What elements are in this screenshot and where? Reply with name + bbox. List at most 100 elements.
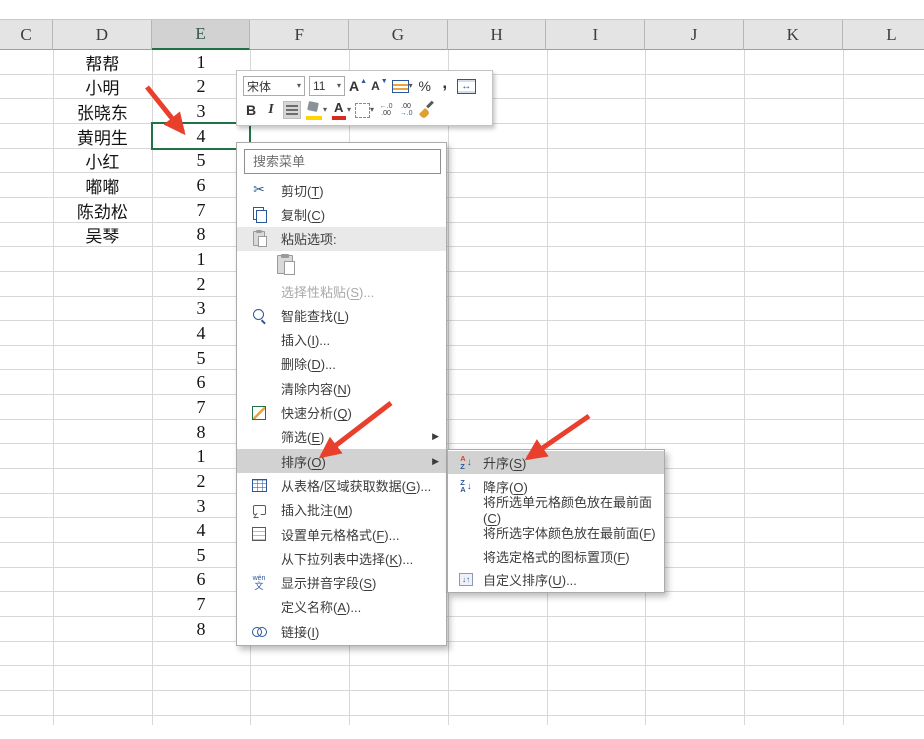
decrease-decimal-button[interactable]: .00 →.0 — [398, 100, 414, 120]
gridline — [0, 271, 924, 272]
style-gallery-button[interactable]: ▾ — [392, 76, 413, 96]
cell-style-icon — [392, 80, 409, 93]
align-center-button[interactable] — [283, 100, 301, 120]
column-header-K[interactable]: K — [744, 20, 843, 50]
menu-item-label: 设置单元格格式(F)... — [281, 525, 399, 544]
gridline — [0, 320, 924, 321]
submenu-arrow-icon: ▶ — [432, 456, 439, 467]
sort-submenu-item-5[interactable]: ↓↑自定义排序(U)... — [448, 568, 664, 591]
context-menu-item-10[interactable]: 筛选(E)▶ — [237, 425, 446, 449]
column-header-E[interactable]: E — [152, 20, 251, 50]
context-menu-item-6[interactable]: 插入(I)... — [237, 327, 446, 351]
menu-item-label: 剪切(T) — [281, 181, 324, 200]
context-menu-item-11[interactable]: 排序(O)▶ — [237, 449, 446, 473]
context-menu-item-5[interactable]: 智能查找(L) — [237, 303, 446, 327]
paste-icon — [253, 231, 265, 246]
context-menu-item-14[interactable]: 设置单元格格式(F)... — [237, 522, 446, 546]
increase-decimal-icon: ←.0 .00 — [380, 103, 393, 117]
bold-button[interactable]: B — [243, 100, 259, 120]
paste-option-button[interactable] — [237, 251, 446, 279]
caret-up-icon: ▲ — [360, 78, 367, 85]
menu-item-label: 快速分析(Q) — [281, 403, 352, 422]
menu-item-label: 将所选字体颜色放在最前面(F) — [483, 523, 656, 542]
column-header-J[interactable]: J — [645, 20, 744, 50]
context-menu-item-9[interactable]: 快速分析(Q) — [237, 400, 446, 424]
increase-decimal-button[interactable]: ←.0 .00 — [378, 100, 394, 120]
gridline — [0, 641, 924, 642]
menu-item-label: 从表格/区域获取数据(G)... — [281, 476, 431, 495]
cell-D8[interactable]: 吴琴 — [53, 223, 152, 248]
merge-center-button[interactable]: ↔ — [457, 76, 476, 96]
decrease-font-size-button[interactable]: A ▼ — [371, 76, 388, 96]
context-menu-item-13[interactable]: 插入批注(M) — [237, 498, 446, 522]
menu-item-label: 显示拼音字段(S) — [281, 573, 376, 592]
cell-D2[interactable]: 小明 — [53, 75, 152, 100]
format-painter-icon — [418, 101, 436, 119]
font-size-dropdown[interactable]: 11 ▾ — [309, 76, 345, 96]
increase-font-size-button[interactable]: A ▲ — [349, 76, 367, 96]
spreadsheet-grid: 帮帮小明张晓东黄明生小红嘟嘟陈劲松吴琴123456781234567812345… — [0, 50, 924, 725]
gridline — [0, 665, 924, 666]
gridline — [0, 690, 924, 691]
sort-submenu-item-0[interactable]: AZ↓升序(S) — [448, 451, 664, 474]
copy-icon — [253, 207, 266, 222]
sort-submenu-item-3[interactable]: 将所选字体颜色放在最前面(F) — [448, 521, 664, 544]
context-menu-item-18[interactable]: 链接(I) — [237, 619, 446, 643]
menu-item-label: 将选定格式的图标置顶(F) — [483, 547, 630, 566]
align-center-icon — [283, 101, 301, 119]
font-color-icon: A — [331, 100, 347, 120]
context-menu-item-15[interactable]: 从下拉列表中选择(K)... — [237, 546, 446, 570]
smart-lookup-icon — [252, 308, 266, 322]
percent-style-button[interactable]: % — [417, 76, 433, 96]
cell-D7[interactable]: 陈劲松 — [53, 198, 152, 223]
format-painter-button[interactable] — [418, 100, 436, 120]
custom-sort-icon: ↓↑ — [459, 573, 473, 586]
cell-D1[interactable]: 帮帮 — [53, 50, 152, 75]
context-menu-item-0[interactable]: ✂剪切(T) — [237, 178, 446, 202]
context-menu-item-8[interactable]: 清除内容(N) — [237, 376, 446, 400]
fill-color-button[interactable]: ▾ — [305, 100, 327, 120]
italic-button[interactable]: I — [263, 100, 279, 120]
cell-D6[interactable]: 嘟嘟 — [53, 173, 152, 198]
gridline — [0, 296, 924, 297]
chevron-down-icon: ▾ — [297, 82, 301, 90]
context-menu-item-1[interactable]: 复制(C) — [237, 202, 446, 226]
context-menu-item-2[interactable]: 粘贴选项: — [237, 227, 446, 251]
comma-style-button[interactable]: , — [437, 76, 453, 96]
chevron-down-icon: ▾ — [337, 82, 341, 90]
paste-preview-icon — [277, 255, 293, 274]
context-menu-item-12[interactable]: 从表格/区域获取数据(G)... — [237, 473, 446, 497]
submenu-arrow-icon: ▶ — [432, 431, 439, 442]
gridline — [744, 50, 745, 725]
borders-button[interactable]: ▾ — [355, 100, 374, 120]
font-name-dropdown[interactable]: 宋体 ▾ — [243, 76, 305, 96]
mini-toolbar-row-2: B I ▾ A ▾ ▾ ←.0 — [243, 99, 486, 121]
sort-submenu-item-2[interactable]: 将所选单元格颜色放在最前面(C) — [448, 498, 664, 521]
chevron-down-icon: ▾ — [370, 106, 374, 114]
cell-D5[interactable]: 小红 — [53, 149, 152, 174]
cell-D4[interactable]: 黄明生 — [53, 124, 152, 149]
column-header-G[interactable]: G — [349, 20, 448, 50]
font-size-value: 11 — [313, 79, 325, 93]
chevron-down-icon: ▾ — [323, 106, 327, 114]
column-header-L[interactable]: L — [843, 20, 924, 50]
context-menu-item-17[interactable]: 定义名称(A)... — [237, 595, 446, 619]
column-header-H[interactable]: H — [448, 20, 547, 50]
menu-item-label: 从下拉列表中选择(K)... — [281, 549, 413, 568]
sort-submenu-item-4[interactable]: 将选定格式的图标置顶(F) — [448, 545, 664, 568]
search-input[interactable] — [244, 149, 441, 174]
context-menu-item-16[interactable]: wén文显示拼音字段(S) — [237, 570, 446, 594]
cell-D3[interactable]: 张晓东 — [53, 99, 152, 124]
context-menu-item-7[interactable]: 删除(D)... — [237, 352, 446, 376]
column-header-C[interactable]: C — [0, 20, 53, 50]
context-menu: ✂剪切(T)复制(C)粘贴选项:选择性粘贴(S)...智能查找(L)插入(I).… — [236, 142, 447, 646]
column-header-F[interactable]: F — [250, 20, 349, 50]
column-header-I[interactable]: I — [547, 20, 646, 50]
gridline — [0, 345, 924, 346]
gridline — [0, 715, 924, 716]
format-cells-icon — [252, 527, 266, 541]
menu-item-label: 粘贴选项: — [281, 229, 337, 248]
font-color-button[interactable]: A ▾ — [331, 100, 351, 120]
column-header-D[interactable]: D — [53, 20, 152, 50]
gridline — [448, 50, 449, 725]
